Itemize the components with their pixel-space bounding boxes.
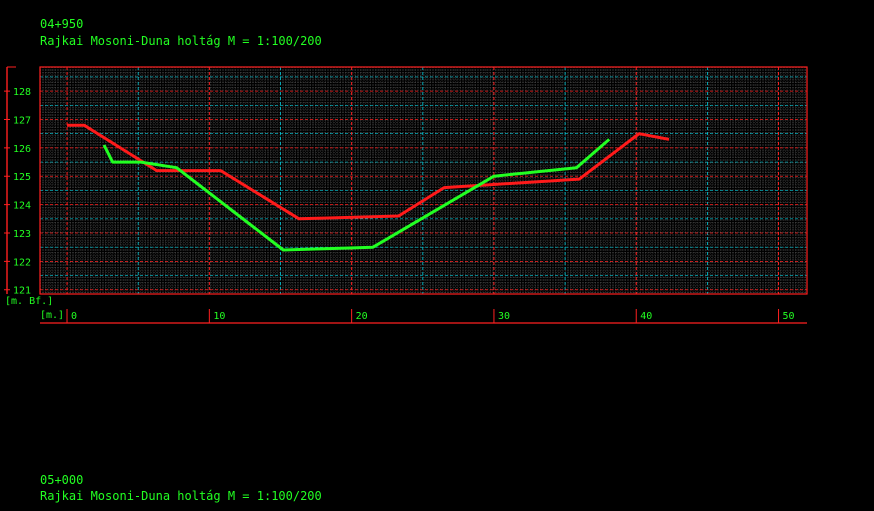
y-tick-label: 128 [13, 87, 31, 98]
x-tick-label: 50 [783, 311, 795, 322]
x-tick-label: 0 [71, 311, 77, 322]
footer-station: 05+000 [40, 473, 84, 487]
cross-section-chart: 121122123124125126127128[m. Bf.][m.] 0 10 2… [4, 66, 808, 324]
y-tick-label: 123 [13, 229, 31, 240]
x-axis-label: [m.] [40, 310, 64, 321]
plot-area [40, 67, 807, 294]
x-tick-label: 40 [640, 311, 652, 322]
y-tick-label: 126 [13, 144, 31, 155]
y-tick-label: 122 [13, 257, 31, 268]
y-tick-label: 124 [13, 201, 31, 212]
x-tick-label: 20 [356, 311, 368, 322]
x-tick-label: 30 [498, 311, 510, 322]
footer-title: Rajkai Mosoni-Duna holtág M = 1:100/200 [40, 489, 322, 503]
y-axis-label: [m. Bf.] [5, 296, 53, 307]
x-tick-label: 10 [213, 311, 225, 322]
y-tick-label: 127 [13, 115, 31, 126]
y-tick-label: 125 [13, 172, 31, 183]
